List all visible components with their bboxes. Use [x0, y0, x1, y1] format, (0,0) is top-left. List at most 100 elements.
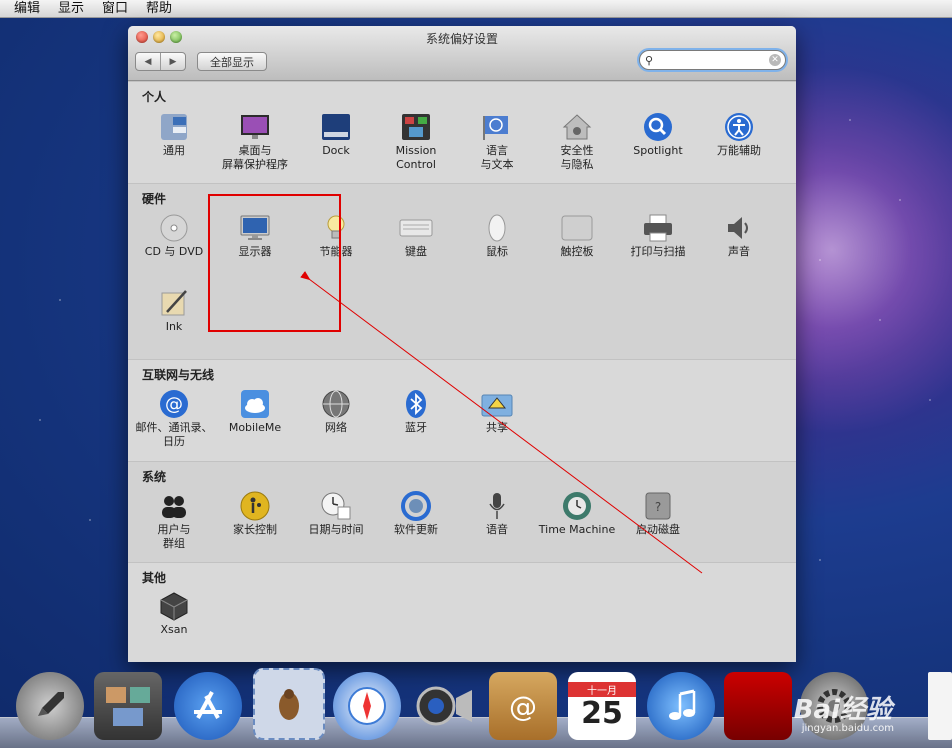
pref-sound[interactable]: 声音 — [699, 213, 779, 259]
menu-edit[interactable]: 编辑 — [0, 0, 49, 17]
calendar-icon[interactable]: 十一月 25 — [568, 672, 636, 740]
document-icon[interactable] — [928, 672, 952, 740]
section-hardware: 硬件 CD 与 DVD 显示器 节能器 键盘 鼠标 触控板 打印与扫描 声音 I… — [128, 183, 796, 359]
menu-window[interactable]: 窗口 — [93, 0, 137, 17]
hard-disk-icon: ? — [641, 491, 675, 521]
section-title: 个人 — [142, 90, 167, 104]
dock-icon — [319, 112, 353, 142]
general-icon — [157, 112, 191, 142]
mission-control-dock-icon[interactable] — [94, 672, 162, 740]
search-input[interactable] — [653, 53, 758, 67]
pref-mobileme[interactable]: MobileMe — [215, 389, 295, 435]
launchpad-rocket-icon[interactable] — [16, 672, 84, 740]
pref-accessibility[interactable]: 万能辅助 — [699, 112, 779, 158]
section-title: 系统 — [142, 470, 167, 484]
itunes-music-icon[interactable] — [647, 672, 715, 740]
section-internet: 互联网与无线 @ 邮件、通讯录、 日历 MobileMe 网络 蓝牙 共享 — [128, 359, 796, 461]
spotlight-icon — [641, 112, 675, 142]
search-field[interactable]: ⚲ ✕ — [639, 50, 786, 70]
security-house-icon — [560, 112, 594, 142]
pref-energy-saver[interactable]: 节能器 — [296, 213, 376, 259]
pref-startup-disk[interactable]: ? 启动磁盘 — [618, 491, 698, 537]
pref-date-time[interactable]: 日期与时间 — [296, 491, 376, 537]
pref-displays[interactable]: 显示器 — [215, 213, 295, 259]
search-icon: ⚲ — [645, 53, 654, 67]
svg-text:@: @ — [509, 690, 537, 723]
pref-desktop[interactable]: 桌面与 屏幕保护程序 — [215, 112, 295, 172]
section-title: 硬件 — [142, 192, 167, 206]
accessibility-icon — [722, 112, 756, 142]
svg-text:?: ? — [655, 500, 661, 514]
pref-security[interactable]: 安全性 与隐私 — [537, 112, 617, 172]
cd-icon — [157, 213, 191, 243]
menu-view[interactable]: 显示 — [49, 0, 93, 17]
pref-cd-dvd[interactable]: CD 与 DVD — [134, 213, 214, 259]
pref-software-update[interactable]: 软件更新 — [376, 491, 456, 537]
section-personal: 个人 通用 桌面与 屏幕保护程序 Dock Mission Control 语言… — [128, 81, 796, 180]
software-update-icon — [399, 491, 433, 521]
pref-dock[interactable]: Dock — [296, 112, 376, 158]
pref-general[interactable]: 通用 — [134, 112, 214, 158]
pref-ink[interactable]: Ink — [134, 288, 214, 334]
mouse-icon — [480, 213, 514, 243]
cloud-icon — [238, 389, 272, 419]
system-preferences-window: 系统偏好设置 ◀ ▶ 全部显示 ⚲ ✕ 个人 通用 桌面与 屏幕保护程序 Doc… — [128, 26, 796, 662]
time-machine-icon — [560, 491, 594, 521]
pref-bluetooth[interactable]: 蓝牙 — [376, 389, 456, 435]
users-icon — [157, 491, 191, 521]
baidu-watermark-url: jingyan.baidu.com — [801, 723, 894, 734]
pref-mission-control[interactable]: Mission Control — [376, 112, 456, 172]
pref-network[interactable]: 网络 — [296, 389, 376, 435]
bluetooth-icon — [399, 389, 433, 419]
lightbulb-icon — [319, 213, 353, 243]
pref-xsan[interactable]: Xsan — [134, 591, 214, 637]
pref-spotlight[interactable]: Spotlight — [618, 112, 698, 158]
globe-icon — [319, 389, 353, 419]
language-flag-icon — [480, 112, 514, 142]
section-title: 其他 — [142, 571, 167, 585]
printer-icon — [641, 213, 675, 243]
forward-button[interactable]: ▶ — [160, 53, 185, 70]
pref-parental-controls[interactable]: 家长控制 — [215, 491, 295, 537]
title-bar: 系统偏好设置 ◀ ▶ 全部显示 ⚲ ✕ — [128, 26, 796, 81]
desktop-icon — [238, 112, 272, 142]
keyboard-icon — [399, 213, 433, 243]
ink-pen-icon — [157, 288, 191, 318]
safari-compass-icon[interactable] — [333, 672, 401, 740]
pref-speech[interactable]: 语音 — [457, 491, 537, 537]
section-other: 其他 Xsan — [128, 562, 796, 662]
window-title: 系统偏好设置 — [425, 32, 498, 46]
pref-mouse[interactable]: 鼠标 — [457, 213, 537, 259]
mission-control-icon — [399, 112, 433, 142]
clock-calendar-icon — [319, 491, 353, 521]
photo-booth-icon[interactable] — [724, 672, 792, 740]
show-all-button[interactable]: 全部显示 — [197, 52, 267, 71]
address-book-icon[interactable]: @ — [489, 672, 557, 740]
parental-controls-icon — [238, 491, 272, 521]
calendar-month: 十一月 — [568, 681, 636, 697]
pref-keyboard[interactable]: 键盘 — [376, 213, 456, 259]
mail-stamp-icon[interactable] — [253, 668, 325, 740]
facetime-camera-icon[interactable] — [410, 672, 478, 740]
pref-mail-contacts[interactable]: @ 邮件、通讯录、 日历 — [134, 389, 214, 449]
calendar-day: 25 — [581, 695, 623, 731]
microphone-icon — [480, 491, 514, 521]
section-system: 系统 用户与 群组 家长控制 日期与时间 软件更新 语音 Time Machin… — [128, 461, 796, 562]
menu-help[interactable]: 帮助 — [137, 0, 181, 17]
menu-bar: 编辑 显示 窗口 帮助 — [0, 0, 952, 18]
baidu-watermark: Bai经验 — [793, 695, 892, 725]
svg-text:@: @ — [165, 394, 183, 415]
xsan-cube-icon — [157, 591, 191, 621]
pref-print-scan[interactable]: 打印与扫描 — [618, 213, 698, 259]
pref-time-machine[interactable]: Time Machine — [537, 491, 617, 537]
pref-users-groups[interactable]: 用户与 群组 — [134, 491, 214, 551]
app-store-icon[interactable] — [174, 672, 242, 740]
pref-language[interactable]: 语言 与文本 — [457, 112, 537, 172]
pref-trackpad[interactable]: 触控板 — [537, 213, 617, 259]
back-button[interactable]: ◀ — [136, 53, 160, 70]
speaker-icon — [722, 213, 756, 243]
pref-sharing[interactable]: 共享 — [457, 389, 537, 435]
sharing-folder-icon — [480, 389, 514, 419]
clear-search-icon[interactable]: ✕ — [769, 54, 781, 66]
at-sign-icon: @ — [157, 389, 191, 419]
